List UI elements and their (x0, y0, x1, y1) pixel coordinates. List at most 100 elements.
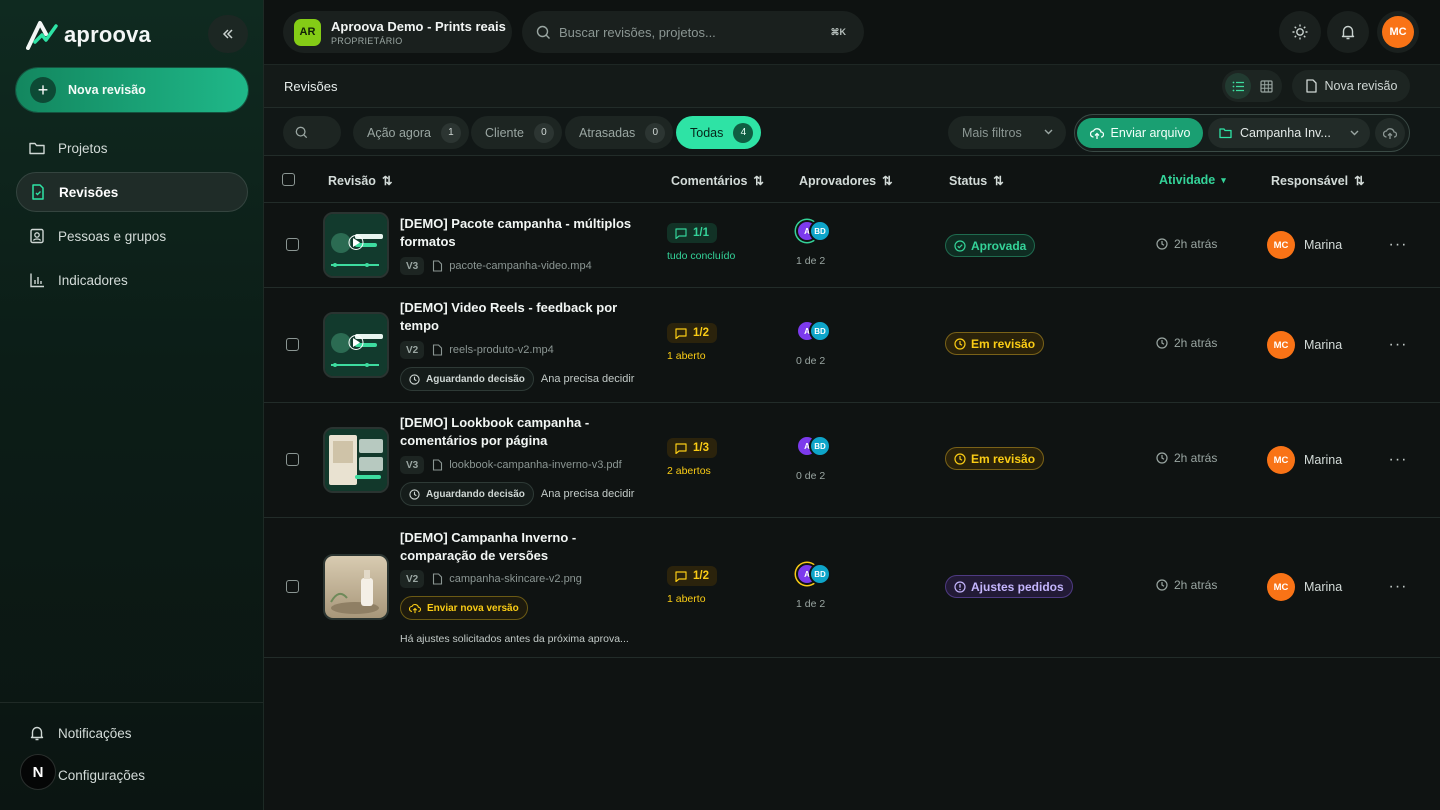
table-row[interactable]: [DEMO] Video Reels - feedback por tempo … (264, 288, 1440, 403)
row-meta: V2 reels-produto-v2.mp4 (400, 341, 554, 359)
comments-badge[interactable]: 1/3 (667, 438, 717, 458)
video-thumbnail[interactable] (323, 312, 389, 378)
column-atividade[interactable]: Atividade ▾ (1159, 173, 1226, 187)
theme-toggle-button[interactable] (1279, 11, 1321, 53)
row-title[interactable]: [DEMO] Campanha Inverno - comparação de … (400, 529, 650, 565)
column-status[interactable]: Status ⇅ (949, 173, 1004, 189)
bell-icon (30, 726, 44, 741)
file-name-text: pacote-campanha-video.mp4 (449, 260, 592, 272)
chevron-down-icon (1350, 130, 1359, 136)
logo[interactable]: aproova (26, 20, 151, 50)
comments-count: 1/3 (693, 442, 709, 454)
new-review-button[interactable]: + Nova revisão (16, 68, 248, 112)
row-more-button[interactable]: ··· (1374, 440, 1422, 480)
column-revisao[interactable]: Revisão ⇅ (328, 173, 392, 189)
more-filters-select[interactable]: Mais filtros (948, 116, 1066, 149)
sidebar-item-label: Pessoas e grupos (58, 228, 167, 244)
row-more-button[interactable]: ··· (1374, 325, 1422, 365)
version-badge: V3 (400, 456, 425, 474)
workspace-switcher[interactable]: AR Aproova Demo - Prints reais PROPRIETÁ… (283, 11, 512, 53)
version-badge: V2 (400, 570, 425, 588)
row-checkbox[interactable] (286, 238, 299, 251)
table-row[interactable]: [DEMO] Campanha Inverno - comparação de … (264, 518, 1440, 658)
column-label: Atividade (1159, 173, 1216, 187)
collapse-sidebar-button[interactable] (208, 15, 248, 53)
cloud-upload-button[interactable] (1375, 118, 1405, 148)
status-badge: Aprovada (945, 234, 1036, 257)
clock-icon (1156, 579, 1168, 591)
filter-chip-todas[interactable]: Todas 4 (676, 116, 762, 149)
column-aprovadores[interactable]: Aprovadores ⇅ (799, 173, 893, 189)
sidebar-footer-divider (0, 702, 264, 703)
filter-chip-atrasadas[interactable]: Atrasadas 0 (565, 116, 674, 149)
pdf-thumbnail-image (325, 429, 387, 491)
row-title[interactable]: [DEMO] Lookbook campanha - comentários p… (400, 414, 650, 450)
header-new-review-label: Nova revisão (1324, 79, 1398, 93)
row-title[interactable]: [DEMO] Video Reels - feedback por tempo (400, 299, 650, 335)
row-title[interactable]: [DEMO] Pacote campanha - múltiplos forma… (400, 215, 650, 251)
comments-badge[interactable]: 1/1 (667, 223, 717, 243)
column-responsavel[interactable]: Responsável ⇅ (1271, 173, 1365, 189)
chip-label: Atrasadas (579, 125, 636, 140)
header-new-review-button[interactable]: Nova revisão (1292, 70, 1410, 102)
table-row[interactable]: [DEMO] Pacote campanha - múltiplos forma… (264, 203, 1440, 288)
sort-icon: ⇅ (993, 174, 1004, 188)
upload-file-button[interactable]: Enviar arquivo (1077, 118, 1203, 148)
sidebar-item-notificacoes[interactable]: Notificações (28, 724, 132, 742)
select-all-checkbox[interactable] (282, 173, 295, 186)
filter-search-button[interactable] (283, 116, 341, 149)
search-input[interactable] (559, 24, 819, 40)
upload-new-version-tag[interactable]: Enviar nova versão (400, 596, 528, 620)
responsible-name: Marina (1304, 338, 1343, 352)
row-checkbox[interactable] (286, 580, 299, 593)
sidebar-item-indicadores[interactable]: Indicadores (16, 260, 248, 300)
awaiting-decision-tag[interactable]: Aguardando decisão (400, 367, 534, 391)
row-checkbox[interactable] (286, 453, 299, 466)
file-name-text: lookbook-campanha-inverno-v3.pdf (449, 459, 622, 471)
bell-icon (1341, 25, 1355, 40)
file-name-text: campanha-skincare-v2.png (449, 573, 582, 585)
responsible: MC Marina (1267, 446, 1342, 474)
comments-count: 1/2 (693, 327, 709, 339)
comments-badge[interactable]: 1/2 (667, 566, 717, 586)
image-thumbnail[interactable] (323, 554, 389, 620)
activity-time: 2h atrás (1156, 237, 1217, 251)
grid-view-button[interactable] (1253, 73, 1279, 99)
file-name-text: reels-produto-v2.mp4 (449, 344, 554, 356)
row-checkbox[interactable] (286, 338, 299, 351)
user-menu-button[interactable]: MC (1377, 11, 1419, 53)
filter-chip-acao-agora[interactable]: Ação agora 1 (353, 116, 469, 149)
column-comentarios[interactable]: Comentários ⇅ (671, 173, 764, 189)
video-thumbnail[interactable] (323, 212, 389, 278)
column-label: Responsável (1271, 173, 1349, 188)
file-icon (433, 573, 443, 585)
global-search[interactable]: ⌘K (522, 11, 864, 53)
responsible: MC Marina (1267, 573, 1342, 601)
notifications-button[interactable] (1327, 11, 1369, 53)
row-more-button[interactable]: ··· (1374, 225, 1422, 265)
chevron-down-icon (1044, 129, 1053, 135)
activity-time: 2h atrás (1156, 578, 1217, 592)
version-badge: V3 (400, 257, 425, 275)
awaiting-decision-tag[interactable]: Aguardando decisão (400, 482, 534, 506)
file-name: lookbook-campanha-inverno-v3.pdf (432, 459, 622, 471)
project-select-value: Campanha Inv... (1240, 126, 1331, 140)
table-row[interactable]: [DEMO] Lookbook campanha - comentários p… (264, 403, 1440, 518)
sidebar-item-pessoas[interactable]: Pessoas e grupos (16, 216, 248, 256)
row-more-button[interactable]: ··· (1374, 567, 1422, 607)
chip-label: Cliente (485, 125, 524, 140)
table-header: Revisão ⇅ Comentários ⇅ Aprovadores ⇅ Statu… (264, 157, 1440, 203)
approvers-avatars[interactable]: A BD (796, 563, 836, 589)
sidebar-item-projetos[interactable]: Projetos (16, 128, 248, 168)
approvers-avatars[interactable]: A BD (796, 320, 836, 346)
comments-badge[interactable]: 1/2 (667, 323, 717, 343)
pdf-thumbnail[interactable] (323, 427, 389, 493)
approvers-avatars[interactable]: A BD (796, 220, 836, 246)
project-select[interactable]: Campanha Inv... (1208, 118, 1370, 148)
comments-sub: 1 aberto (667, 350, 706, 362)
approvers-avatars[interactable]: A BD (796, 435, 836, 461)
sidebar-item-revisoes[interactable]: Revisões (16, 172, 248, 212)
next-badge[interactable]: N (20, 754, 56, 790)
list-view-button[interactable] (1225, 73, 1251, 99)
filter-chip-cliente[interactable]: Cliente 0 (471, 116, 562, 149)
